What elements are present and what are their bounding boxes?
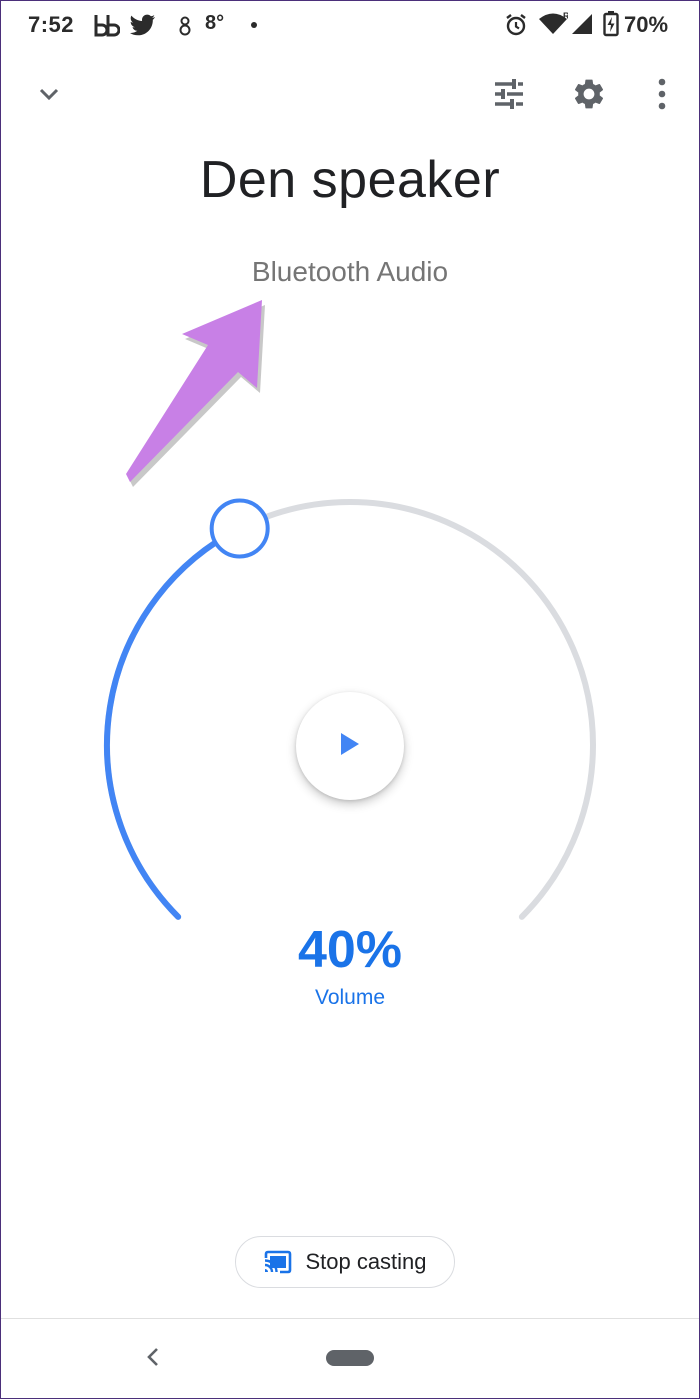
play-icon (338, 731, 362, 762)
home-pill[interactable] (326, 1350, 374, 1366)
navigation-bar (0, 1318, 700, 1400)
cast-icon (263, 1250, 293, 1274)
back-icon (145, 1346, 161, 1373)
back-button[interactable] (138, 1339, 168, 1379)
volume-fill (104, 525, 243, 920)
play-button[interactable] (296, 692, 404, 800)
stop-casting-button[interactable]: Stop casting (235, 1236, 455, 1288)
stop-casting-label: Stop casting (305, 1249, 427, 1274)
volume-knob[interactable] (209, 498, 270, 559)
volume-label: Volume (314, 986, 386, 1009)
volume-percent: 40% (297, 921, 403, 979)
